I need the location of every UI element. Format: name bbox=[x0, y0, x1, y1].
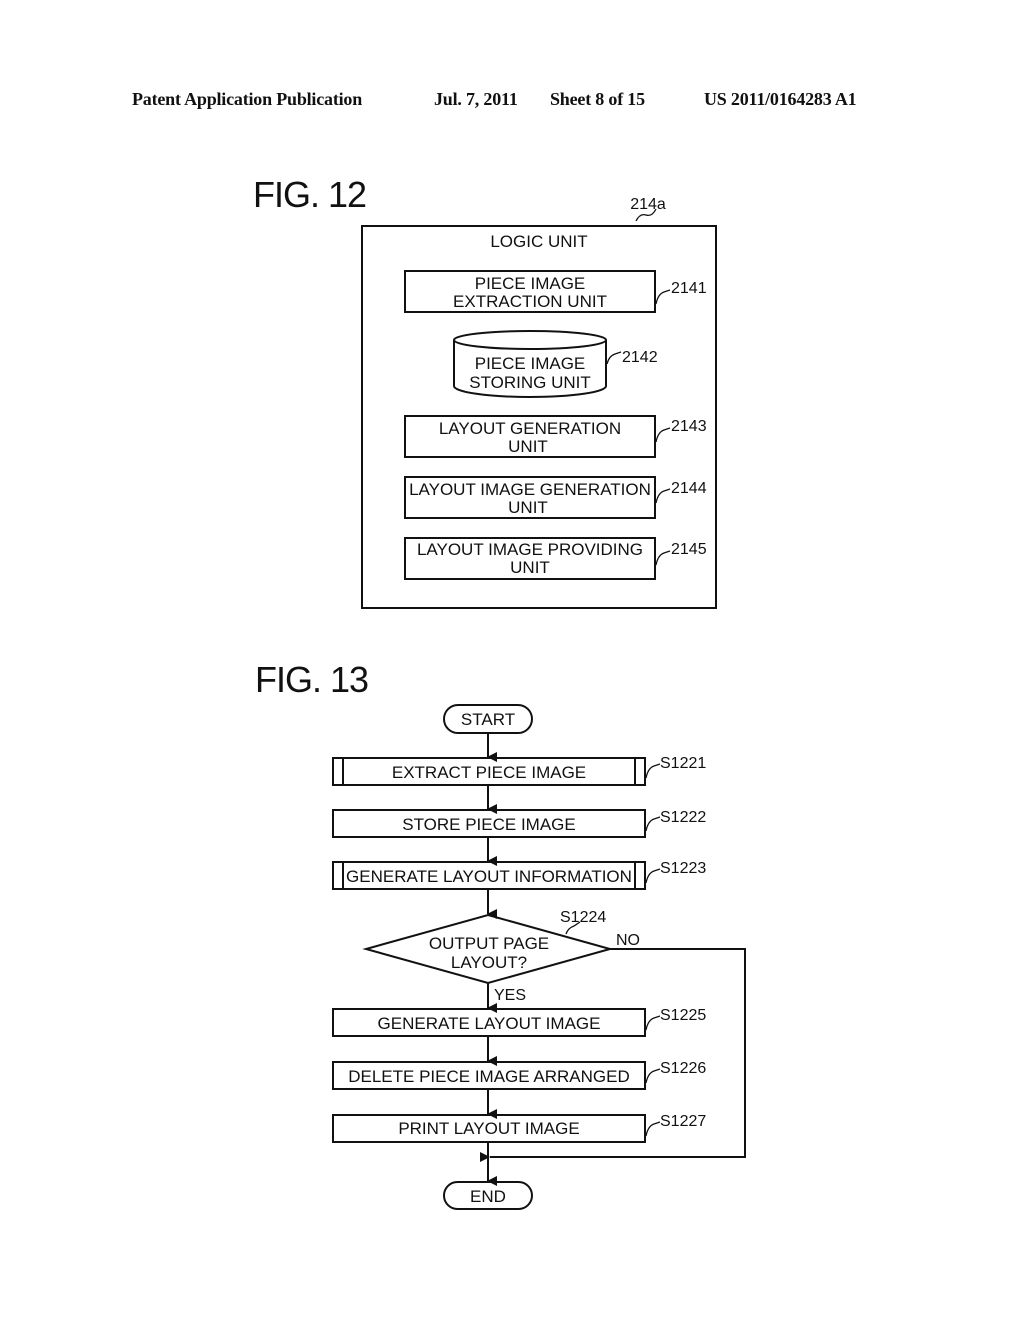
step-s1221-text: EXTRACT PIECE IMAGE bbox=[392, 763, 586, 782]
step-s1222-text: STORE PIECE IMAGE bbox=[402, 815, 576, 834]
ref-s1226: S1226 bbox=[660, 1060, 706, 1077]
fig13-flowchart: START EXTRACT PIECE IMAGE STORE PIECE IM… bbox=[332, 704, 746, 1210]
unit-2144-line2: UNIT bbox=[508, 498, 548, 517]
container-title: LOGIC UNIT bbox=[490, 232, 587, 251]
decision-line1: OUTPUT PAGE bbox=[429, 934, 549, 953]
end-label: END bbox=[470, 1187, 506, 1206]
ref-s1221: S1221 bbox=[660, 755, 706, 772]
unit-2144-line1: LAYOUT IMAGE GENERATION bbox=[409, 480, 651, 499]
unit-2145-line1: LAYOUT IMAGE PROVIDING bbox=[417, 540, 643, 559]
unit-2141-line2: EXTRACTION UNIT bbox=[453, 292, 607, 311]
ref-s1224: S1224 bbox=[560, 909, 606, 926]
step-s1226-text: DELETE PIECE IMAGE ARRANGED bbox=[348, 1067, 630, 1086]
ref-s1223: S1223 bbox=[660, 860, 706, 877]
unit-2143-line2: UNIT bbox=[508, 437, 548, 456]
step-s1223-text: GENERATE LAYOUT INFORMATION bbox=[346, 867, 632, 886]
unit-2143-line1: LAYOUT GENERATION bbox=[439, 419, 621, 438]
start-label: START bbox=[461, 710, 515, 729]
ref-s1225: S1225 bbox=[660, 1007, 706, 1024]
step-s1227-text: PRINT LAYOUT IMAGE bbox=[398, 1119, 579, 1138]
unit-2141-line1: PIECE IMAGE bbox=[475, 274, 586, 293]
ref-2145: 2145 bbox=[671, 541, 707, 558]
ref-2144: 2144 bbox=[671, 480, 707, 497]
ref-2142: 2142 bbox=[622, 349, 658, 366]
unit-2142-line1: PIECE IMAGE bbox=[475, 354, 586, 373]
ref-2141: 2141 bbox=[671, 280, 707, 297]
yes-label: YES bbox=[494, 987, 526, 1004]
unit-2142-line2: STORING UNIT bbox=[469, 373, 591, 392]
decision-line2: LAYOUT? bbox=[451, 953, 527, 972]
container-ref: 214a bbox=[630, 196, 666, 213]
unit-2145-line2: UNIT bbox=[510, 558, 550, 577]
step-s1225-text: GENERATE LAYOUT IMAGE bbox=[378, 1014, 601, 1033]
ref-s1227: S1227 bbox=[660, 1113, 706, 1130]
no-label: NO bbox=[616, 932, 640, 949]
ref-s1222: S1222 bbox=[660, 809, 706, 826]
ref-2143: 2143 bbox=[671, 418, 707, 435]
fig12-diagram: 214a LOGIC UNIT PIECE IMAGE EXTRACTION U… bbox=[361, 196, 717, 609]
